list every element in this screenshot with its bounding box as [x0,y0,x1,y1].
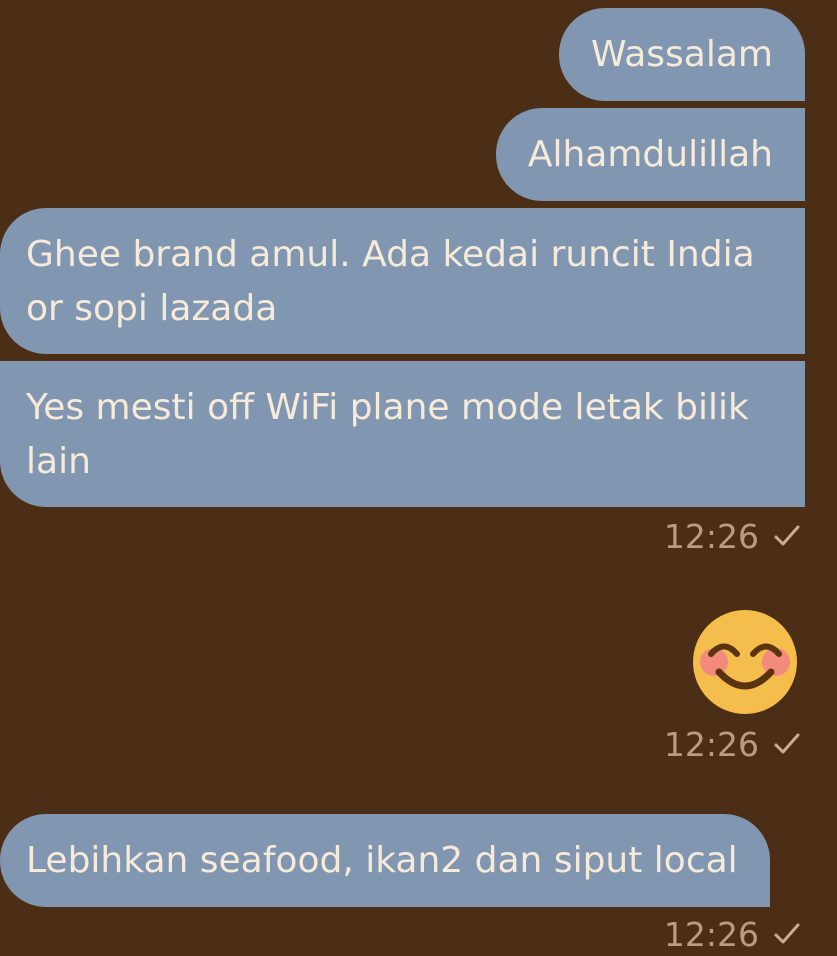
check-icon [774,923,800,944]
message-text: Alhamdulillah [527,134,773,175]
message-meta: 12:26 [664,912,801,956]
message-bubble[interactable]: Alhamdulillah [495,108,805,201]
message-meta: 12:26 [664,722,801,766]
message-bubble[interactable]: Lebihkan seafood, ikan2 dan siput local [0,814,770,907]
message-text: Ghee brand amul. Ada kedai runcit India … [26,234,755,329]
check-icon [774,733,800,754]
timestamp: 12:26 [663,724,759,764]
message-text: Yes mesti off WiFi plane mode letak bili… [26,387,749,482]
message-text: Wassalam [590,34,773,75]
timestamp: 12:26 [663,516,759,556]
message-bubble[interactable]: Yes mesti off WiFi plane mode letak bili… [0,361,805,507]
message-text: Lebihkan seafood, ikan2 dan siput local [26,840,738,881]
message-meta: 12:26 [664,514,801,558]
message-bubble[interactable]: Wassalam [558,8,805,101]
timestamp: 12:26 [663,914,759,954]
message-bubble[interactable]: Ghee brand amul. Ada kedai runcit India … [0,208,805,354]
smiling-face-emoji[interactable] [692,609,798,715]
check-icon [774,525,800,546]
chat-area: Wassalam Alhamdulillah Ghee brand amul. … [0,0,837,954]
